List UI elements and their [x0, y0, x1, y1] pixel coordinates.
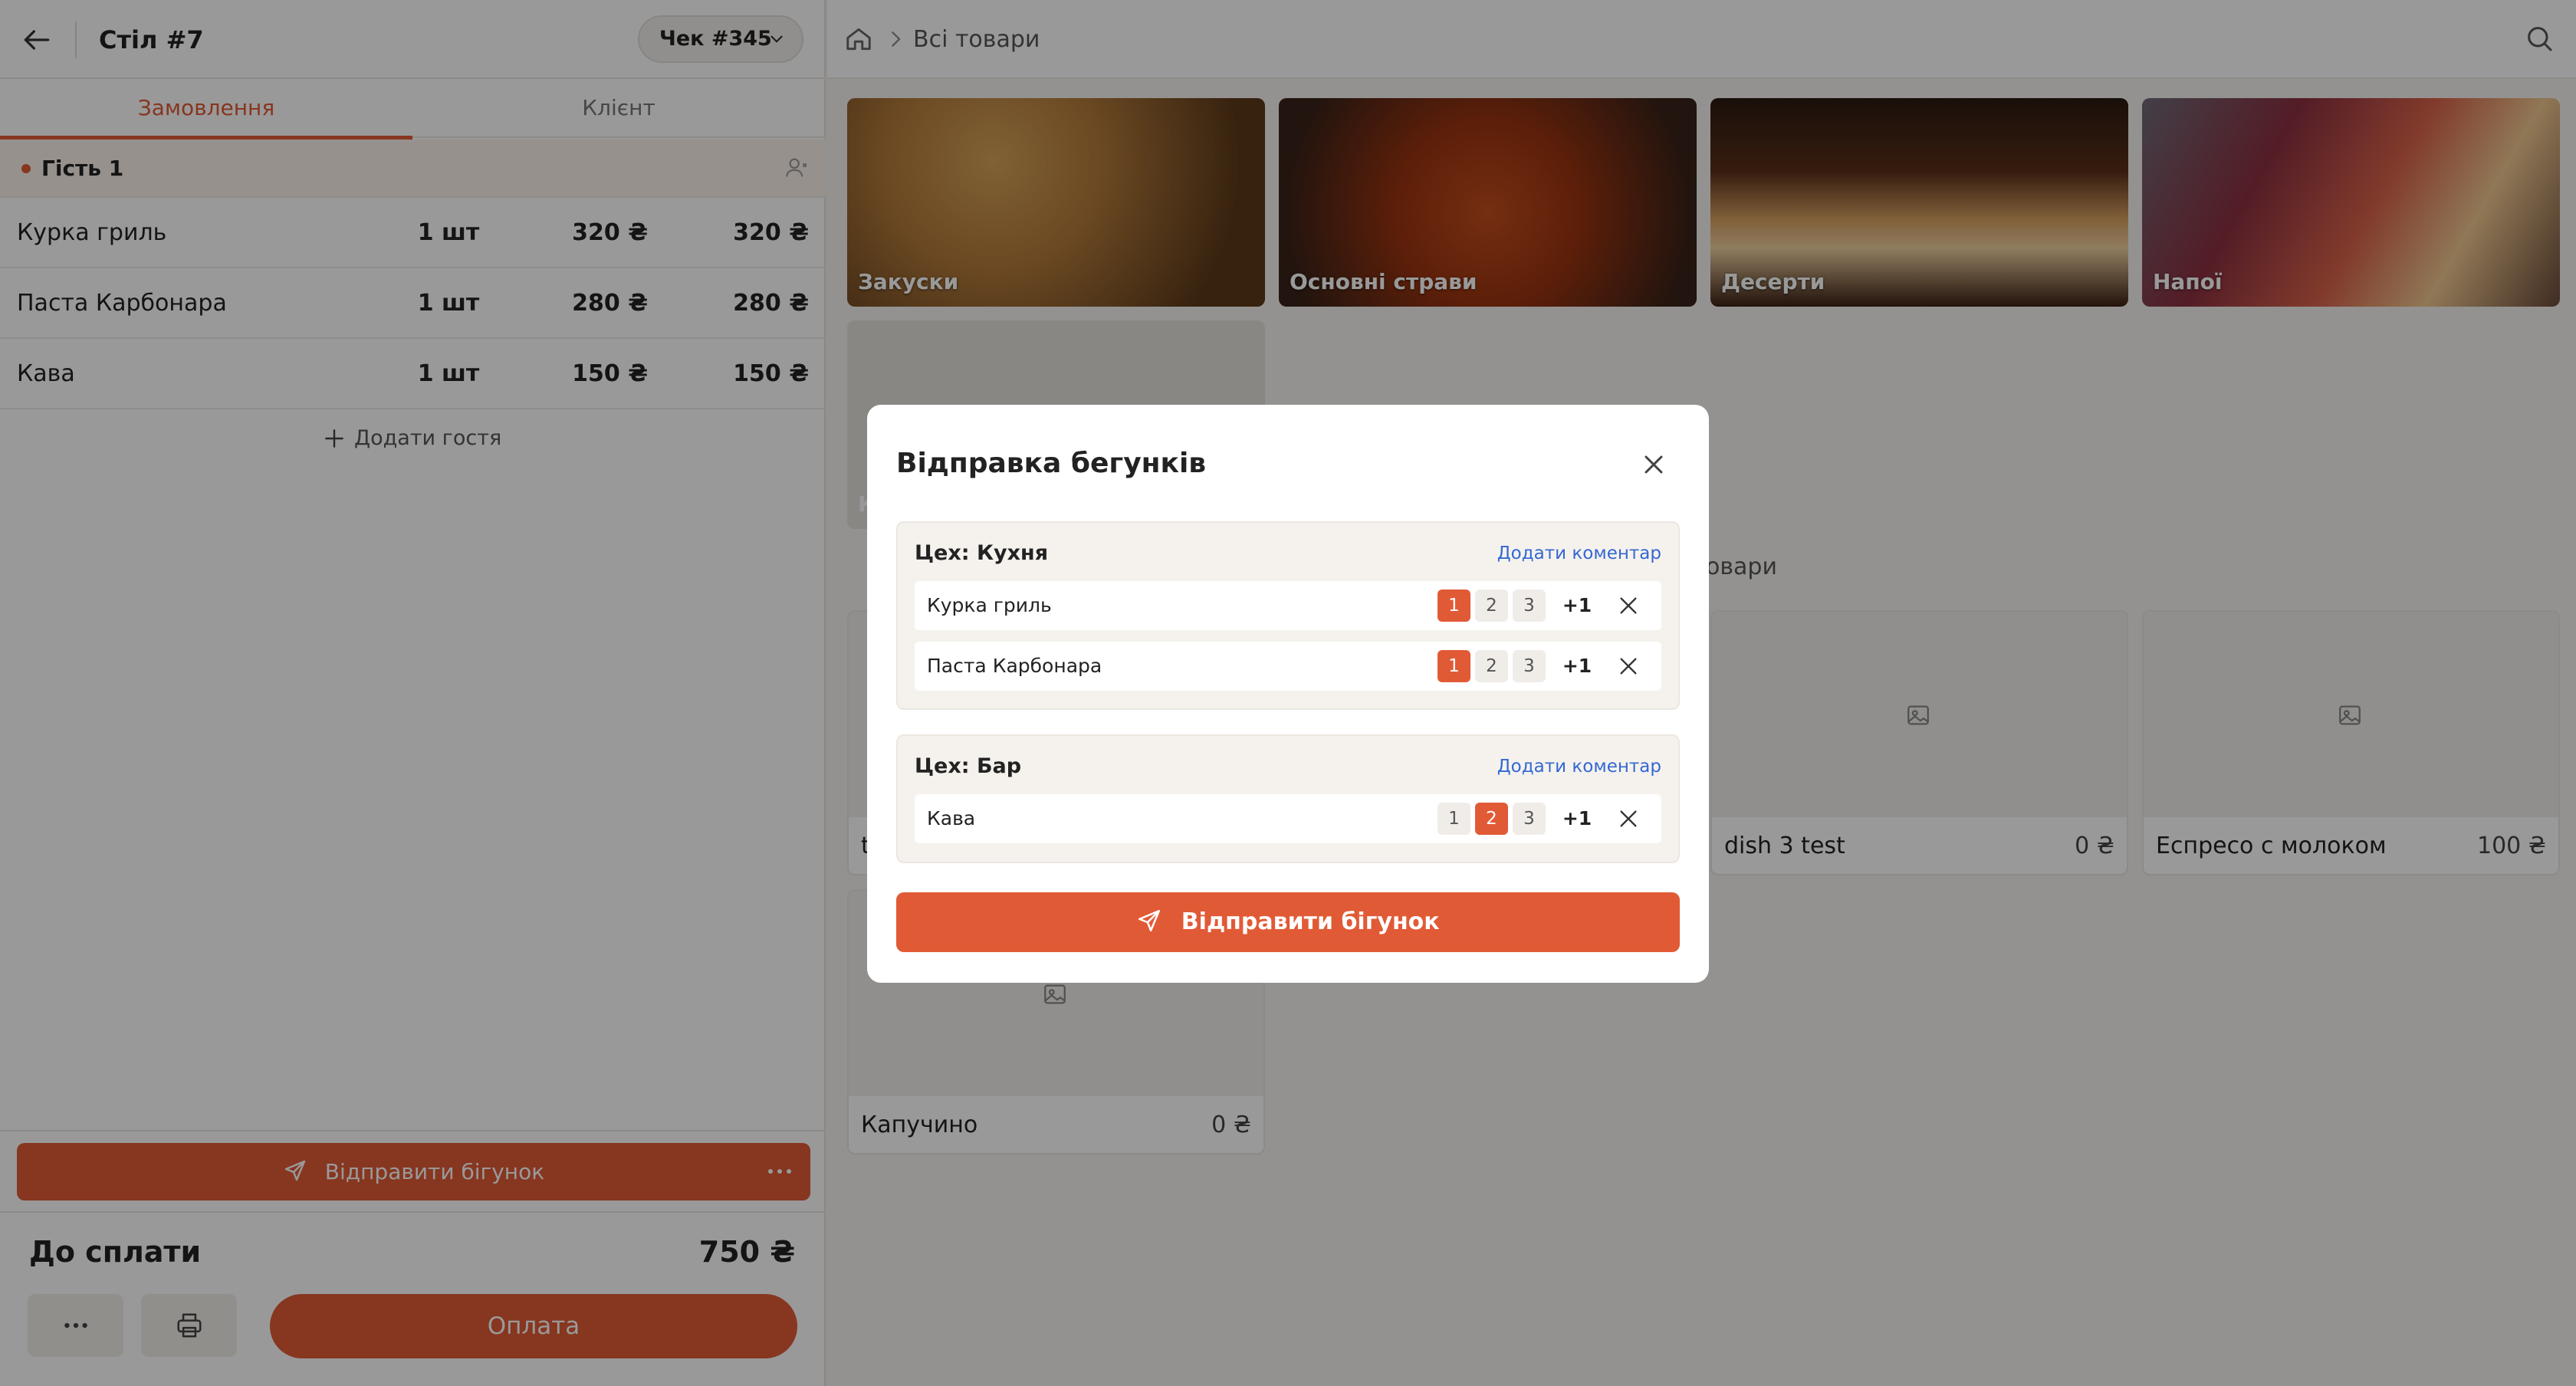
- ticket-item: Паста Карбонара 1 2 3 +1: [915, 642, 1661, 691]
- course-1-button[interactable]: 1: [1438, 803, 1470, 835]
- ticket-item: Кава 1 2 3 +1: [915, 794, 1661, 843]
- remove-icon[interactable]: [1616, 806, 1641, 831]
- ticket-item: Курка гриль 1 2 3 +1: [915, 581, 1661, 630]
- kitchen-shop-section: Цех: Кухня Додати коментар Курка гриль 1…: [896, 521, 1680, 710]
- course-3-button[interactable]: 3: [1513, 590, 1546, 622]
- ticket-item-name: Курка гриль: [927, 594, 1052, 616]
- bar-shop-section: Цех: Бар Додати коментар Кава 1 2 3 +1: [896, 734, 1680, 863]
- shop-name: Цех: Кухня: [915, 541, 1049, 565]
- add-course-button[interactable]: +1: [1554, 794, 1600, 843]
- shop-name: Цех: Бар: [915, 754, 1022, 778]
- modal-title: Відправка бегунків: [896, 448, 1207, 479]
- course-3-button[interactable]: 3: [1513, 803, 1546, 835]
- course-2-button[interactable]: 2: [1475, 650, 1508, 682]
- course-3-button[interactable]: 3: [1513, 650, 1546, 682]
- add-comment-link[interactable]: Додати коментар: [1497, 753, 1661, 780]
- ticket-item-name: Паста Карбонара: [927, 655, 1102, 677]
- add-course-button[interactable]: +1: [1554, 581, 1600, 630]
- pos-app: Стіл #7 Чек #345 Замовлення Клієнт Гість…: [0, 0, 2576, 1386]
- send-ticket-modal-label: Відправити бігунок: [1181, 908, 1440, 935]
- ticket-item-name: Кава: [927, 807, 976, 829]
- send-ticket-modal-button[interactable]: Відправити бігунок: [896, 892, 1680, 952]
- course-2-button[interactable]: 2: [1475, 803, 1508, 835]
- close-icon[interactable]: [1638, 449, 1669, 480]
- course-1-button[interactable]: 1: [1438, 590, 1470, 622]
- add-comment-link[interactable]: Додати коментар: [1497, 540, 1661, 567]
- remove-icon[interactable]: [1616, 593, 1641, 618]
- send-icon: [1138, 909, 1161, 931]
- course-1-button[interactable]: 1: [1438, 650, 1470, 682]
- add-course-button[interactable]: +1: [1554, 642, 1600, 691]
- send-tickets-modal: Відправка бегунків Цех: Кухня Додати ком…: [867, 405, 1709, 983]
- course-2-button[interactable]: 2: [1475, 590, 1508, 622]
- remove-icon[interactable]: [1616, 654, 1641, 678]
